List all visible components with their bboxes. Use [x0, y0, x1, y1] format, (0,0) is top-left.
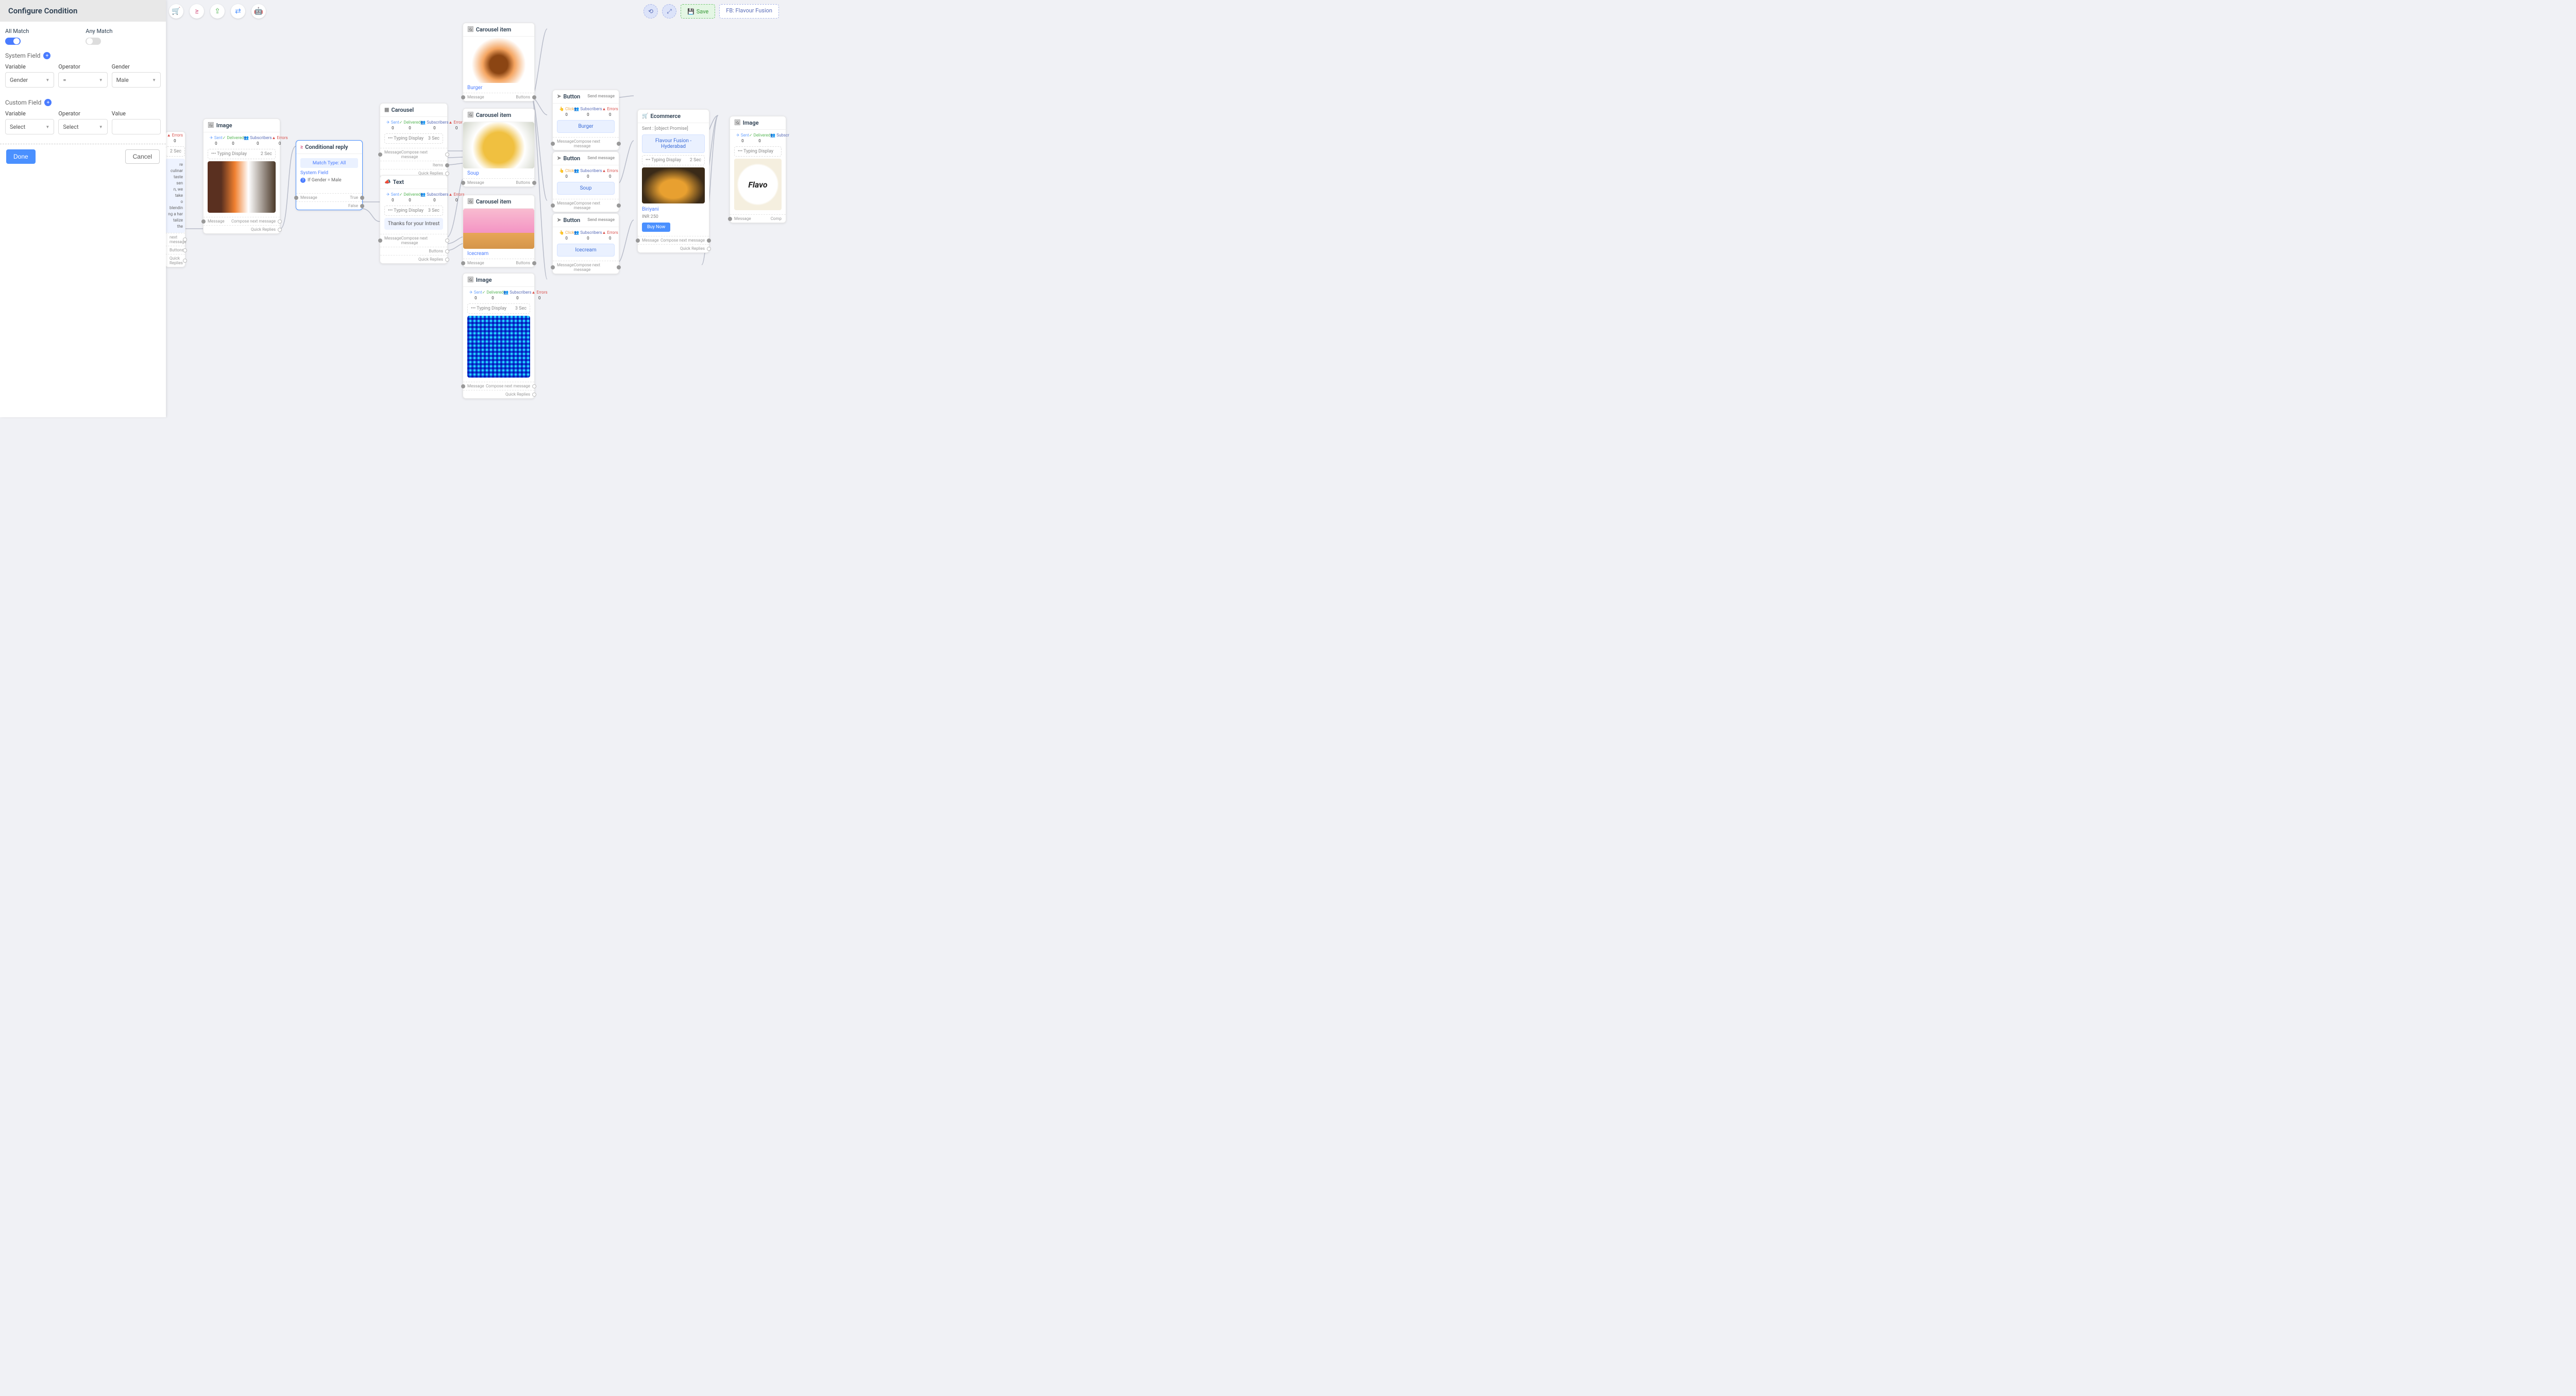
text-message-content: Thanks for your Intrest [384, 218, 443, 230]
tool-upload-icon[interactable]: ⇪ [210, 4, 225, 19]
add-custom-field-icon[interactable]: + [44, 99, 52, 106]
node-button-icecream[interactable]: ➤ButtonSend message 👆 Click0 👥 Subscribe… [552, 213, 619, 274]
node-carousel-item-icecream[interactable]: 🖼Carousel item Icecream MessageButtons [463, 195, 535, 267]
node-image-title: Image [216, 122, 232, 129]
system-field-heading: System Field [5, 52, 40, 59]
image-preview-people [208, 161, 276, 213]
any-match-toggle[interactable] [86, 38, 101, 45]
sf-operator-label: Operator [58, 63, 107, 70]
match-type-badge: Match Type: All [300, 158, 358, 168]
button-label-burger: Burger [557, 120, 615, 133]
caption-icecream: Icecream [463, 249, 534, 259]
text-icon: 📣 [384, 179, 391, 185]
tool-filter-icon[interactable]: ≥ [190, 4, 204, 19]
cf-operator-label: Operator [58, 110, 107, 117]
image-icon: 🖼 [208, 123, 214, 128]
add-system-field-icon[interactable]: + [43, 52, 50, 59]
node-image-logo[interactable]: 🖼Image ✈ Sent0 ✓ Delivered0 👥 Subscr •••… [730, 116, 786, 223]
any-match-label: Any Match [86, 28, 112, 35]
ecom-item-price: INR 250 [642, 213, 705, 220]
node-carousel-item-soup[interactable]: 🖼Carousel item Soup MessageButtons [463, 108, 535, 187]
node-conditional-reply[interactable]: ≥Conditional reply Match Type: All Syste… [296, 140, 363, 210]
flow-canvas[interactable]: 🛒 ≥ ⇪ ⇄ 🤖 ⟲ ⤢ 💾Save FB: Flavour Fusion [166, 0, 783, 417]
button-label-icecream: Icecream [557, 244, 615, 257]
condition-icon: ≥ [300, 144, 303, 150]
image-icecream [463, 209, 534, 249]
node-carousel-title: Carousel [391, 107, 414, 113]
carousel-icon: ▦ [384, 107, 389, 113]
image-qr-code [467, 316, 530, 378]
node-carousel-item-burger[interactable]: 🖼Carousel item Burger MessageButtons [463, 23, 535, 101]
node-carousel[interactable]: ▦Carousel ✈ Sent0 ✓ Delivered0 👥 Subscri… [380, 103, 448, 178]
cf-value-label: Value [112, 110, 161, 117]
node-text[interactable]: 📣Text ✈ Sent0 ✓ Delivered0 👥 Subscribers… [380, 175, 448, 264]
ecom-sent-text: Sent : [object Promise] [642, 125, 705, 132]
node-button-burger[interactable]: ➤ButtonSend message 👆 Click0 👥 Subscribe… [552, 90, 619, 150]
sf-variable-label: Variable [5, 63, 54, 70]
cf-value-input[interactable] [112, 119, 161, 134]
buy-now-button[interactable]: Buy Now [642, 223, 670, 232]
info-icon: ? [300, 178, 306, 183]
sf-value-select[interactable]: Male▼ [112, 72, 161, 88]
expand-button[interactable]: ⤢ [662, 4, 676, 19]
cursor-icon: ➤ [557, 156, 561, 161]
cf-variable-select[interactable]: Select▼ [5, 119, 54, 134]
caption-burger: Burger [463, 83, 534, 93]
image-biryani [642, 167, 705, 203]
image-icon: 🖼 [467, 277, 474, 283]
all-match-toggle[interactable] [5, 38, 21, 45]
button-label-soup: Soup [557, 182, 615, 195]
carousel-item-icon: 🖼 [467, 112, 474, 118]
ecom-item-name: Biriyani [642, 206, 705, 213]
cart-icon: 🛒 [642, 113, 648, 119]
carousel-item-icon: 🖼 [467, 199, 474, 205]
node-image[interactable]: 🖼Image ✈ Sent0 ✓ Delivered0 👥 Subscriber… [203, 118, 280, 234]
undo-button[interactable]: ⟲ [643, 4, 658, 19]
cursor-icon: ➤ [557, 217, 561, 223]
panel-title: Configure Condition [0, 0, 166, 22]
save-button[interactable]: 💾Save [681, 4, 715, 19]
caption-soup: Soup [463, 168, 534, 178]
node-button-soup[interactable]: ➤ButtonSend message 👆 Click0 👥 Subscribe… [552, 151, 619, 212]
configure-condition-panel: Configure Condition All Match Any Match … [0, 0, 166, 417]
toolbar: 🛒 ≥ ⇪ ⇄ 🤖 [169, 4, 266, 19]
fb-channel-button[interactable]: FB: Flavour Fusion [719, 4, 779, 19]
sf-operator-select[interactable]: =▼ [58, 72, 107, 88]
node-ecommerce-title: Ecommerce [650, 113, 681, 120]
ecom-ff-badge: Flavour Fusion - Hyderabad [642, 134, 705, 153]
sf-variable-select[interactable]: Gender▼ [5, 72, 54, 88]
done-button[interactable]: Done [6, 149, 36, 164]
carousel-item-icon: 🖼 [467, 27, 474, 32]
image-logo: Flavo [734, 159, 782, 210]
cf-operator-select[interactable]: Select▼ [58, 119, 107, 134]
tool-swap-icon[interactable]: ⇄ [231, 4, 245, 19]
node-ecommerce[interactable]: 🛒Ecommerce Sent : [object Promise] Flavo… [637, 109, 709, 253]
all-match-label: All Match [5, 28, 29, 35]
save-icon: 💾 [687, 8, 694, 15]
cancel-button[interactable]: Cancel [125, 149, 160, 164]
sf-value-label: Gender [112, 63, 161, 70]
node-qr-image[interactable]: 🖼Image ✈ Sent0 ✓ Delivered0 👥 Subscriber… [463, 273, 535, 399]
system-field-label: System Field [300, 170, 358, 176]
tool-bot-icon[interactable]: 🤖 [251, 4, 266, 19]
condition-rule: If Gender = Male [308, 178, 342, 183]
node-cond-title: Conditional reply [305, 144, 348, 150]
custom-field-heading: Custom Field [5, 99, 41, 106]
image-burger [463, 37, 534, 83]
cf-variable-label: Variable [5, 110, 54, 117]
node-text-title: Text [393, 179, 403, 185]
image-soup [463, 122, 534, 168]
cursor-icon: ➤ [557, 94, 561, 99]
node-text-partial[interactable]: ▲ Errors0 2 Sec re culinartaste senn, we… [165, 131, 185, 267]
image-icon: 🖼 [734, 120, 741, 126]
top-right-controls: ⟲ ⤢ 💾Save FB: Flavour Fusion [643, 4, 779, 19]
tool-cart-icon[interactable]: 🛒 [169, 4, 183, 19]
